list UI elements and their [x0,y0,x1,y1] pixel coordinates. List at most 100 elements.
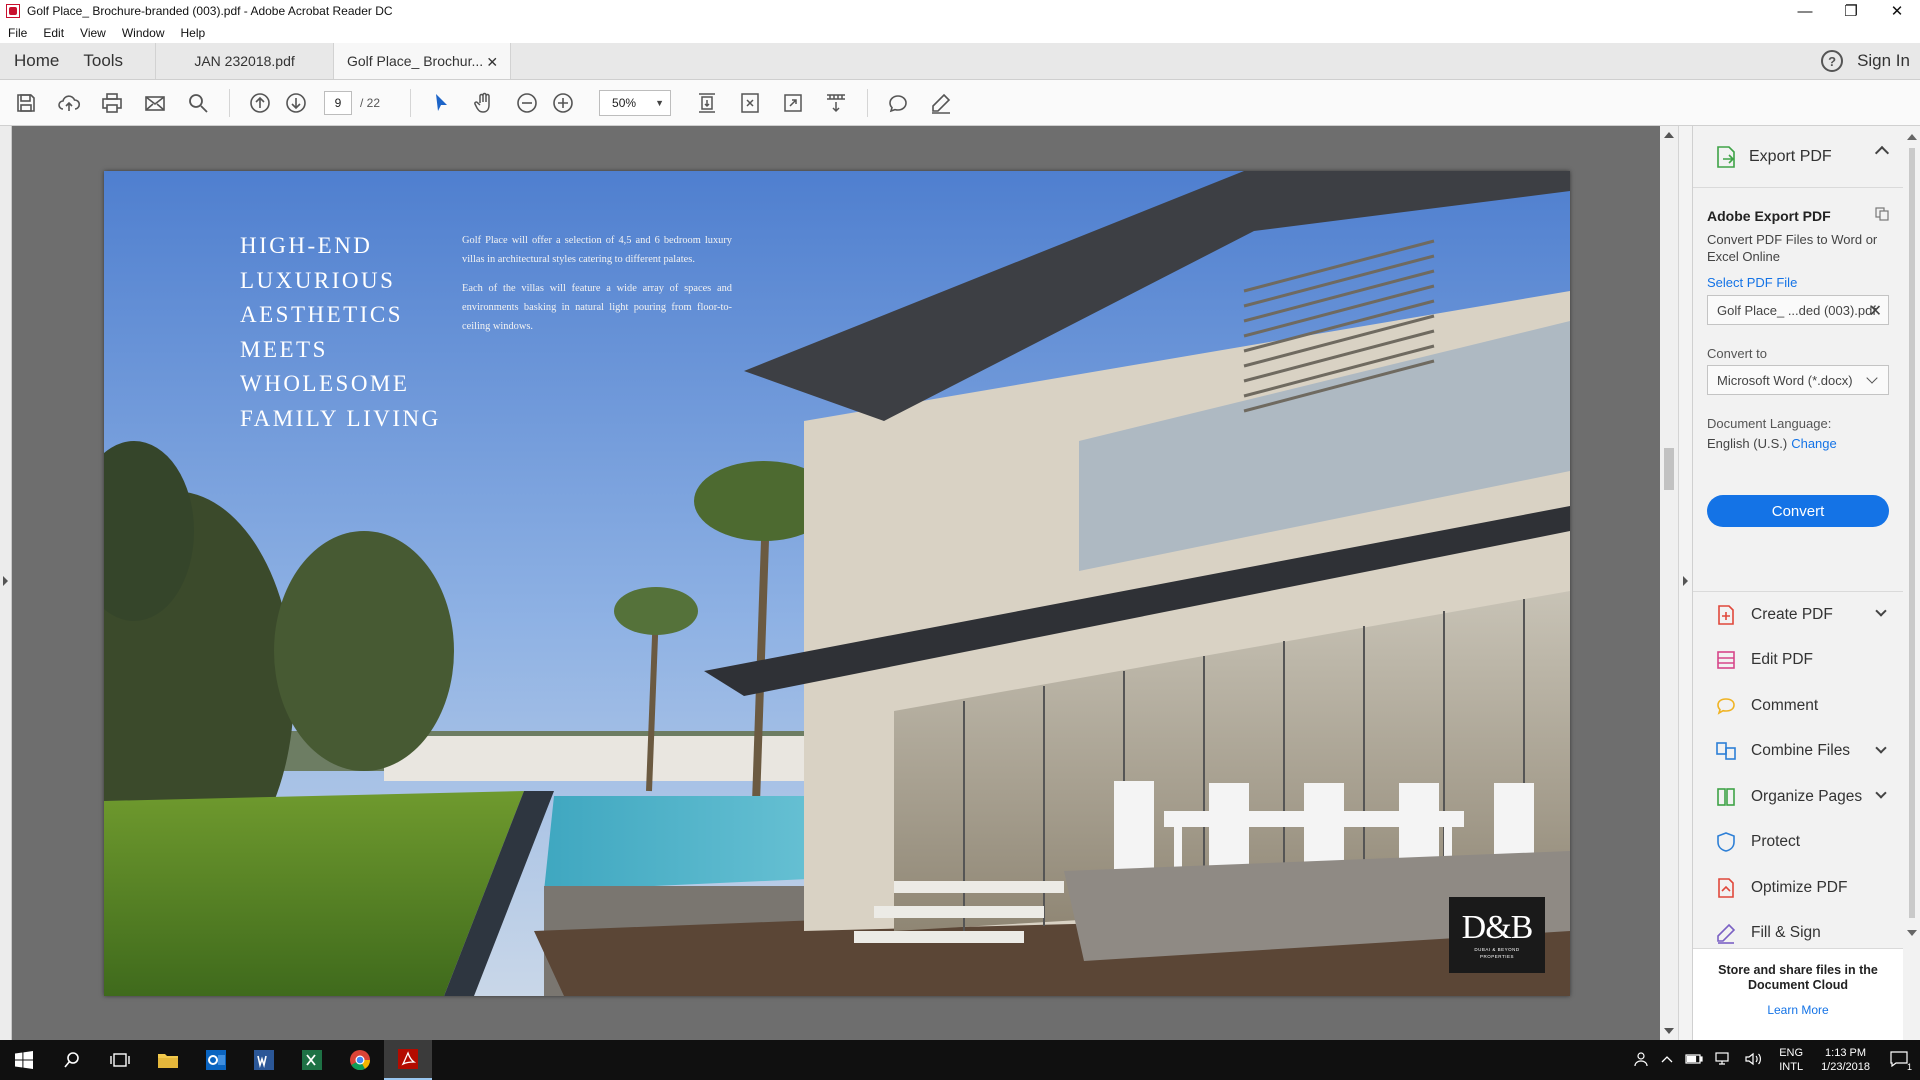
start-windows-icon[interactable] [0,1040,48,1080]
select-pdf-file-link[interactable]: Select PDF File [1707,275,1797,290]
copy-icon[interactable] [1875,207,1889,221]
toolbar-separator [229,88,230,117]
tool-comment[interactable]: Comment [1693,683,1903,729]
show-hidden-icons-icon[interactable] [1661,1054,1673,1067]
close-window-button[interactable]: ✕ [1874,0,1920,22]
zoom-level-select[interactable]: 50% ▼ [599,89,672,116]
tool-optimize-pdf[interactable]: Optimize PDF [1693,865,1903,911]
clock-date: 1/23/2018 [1821,1061,1870,1073]
chevron-down-icon[interactable] [1875,605,1887,617]
scrollbar-thumb[interactable] [1909,148,1915,918]
document-scrollbar[interactable] [1660,126,1678,1040]
clear-file-icon[interactable]: ✕ [1869,301,1882,321]
menu-window[interactable]: Window [114,26,173,40]
menu-help[interactable]: Help [173,26,214,40]
outlook-icon[interactable] [192,1040,240,1080]
selected-file-name: Golf Place_ ...ded (003).pdf [1717,302,1876,318]
tool-organize-pages[interactable]: Organize Pages [1693,774,1903,820]
next-page-icon[interactable] [282,89,310,117]
collapse-arrow-icon [1683,576,1688,586]
sign-in-button[interactable]: Sign In [1857,51,1910,71]
tab-document-jan[interactable]: JAN 232018.pdf [155,43,333,79]
tool-edit-pdf[interactable]: Edit PDF [1693,638,1903,684]
chrome-icon[interactable] [336,1040,384,1080]
scroll-down-icon[interactable] [1664,1028,1674,1034]
input-language-top: ENG [1779,1047,1804,1059]
fill-sign-pen-icon [1717,924,1736,945]
tab-document-golf-place[interactable]: Golf Place_ Brochur... ✕ [333,43,512,79]
word-icon[interactable] [240,1040,288,1080]
save-icon[interactable] [12,89,40,117]
scroll-up-icon[interactable] [1907,134,1917,140]
tool-label: Organize Pages [1751,787,1863,805]
close-tab-icon[interactable]: ✕ [486,54,498,71]
fit-page-icon[interactable] [736,89,764,117]
chevron-down-icon[interactable] [1875,741,1887,754]
hand-tool-icon[interactable] [470,89,498,117]
task-view-icon[interactable] [96,1040,144,1080]
tool-label: Comment [1751,696,1819,714]
pdf-page: HIGH-END LUXURIOUS AESTHETICS MEETS WHOL… [104,171,1570,996]
help-icon[interactable]: ? [1821,50,1844,72]
change-language-link[interactable]: Change [1791,436,1837,451]
email-icon[interactable] [141,89,169,117]
scrolling-mode-icon[interactable] [693,89,721,117]
scrollbar-thumb[interactable] [1664,448,1674,490]
menu-bar: File Edit View Window Help [0,22,1920,43]
tab-home[interactable]: Home [0,43,71,79]
file-explorer-icon[interactable] [144,1040,192,1080]
acrobat-app-icon [6,4,20,18]
zoom-in-icon[interactable] [549,89,577,117]
volume-icon[interactable] [1745,1052,1763,1069]
zoom-out-icon[interactable] [513,89,541,117]
acrobat-reader-taskbar-icon[interactable] [384,1040,432,1080]
print-icon[interactable] [98,89,126,117]
tool-label: Protect [1751,833,1801,851]
menu-view[interactable]: View [72,26,114,40]
tool-combine-files[interactable]: Combine Files [1693,729,1903,775]
menu-file[interactable]: File [0,26,35,40]
maximize-button[interactable]: ❐ [1828,0,1874,22]
system-clock[interactable]: 1:13 PM 1/23/2018 [1821,1046,1870,1074]
people-icon[interactable] [1633,1051,1649,1070]
selected-file-field[interactable]: Golf Place_ ...ded (003).pdf ✕ [1707,295,1889,325]
clock-time: 1:13 PM [1825,1047,1867,1059]
tab-tools[interactable]: Tools [71,43,135,79]
tool-protect[interactable]: Protect [1693,820,1903,866]
headline-line: LUXURIOUS [240,267,396,293]
battery-icon[interactable] [1685,1053,1703,1068]
right-pane-toggle[interactable] [1678,126,1692,1040]
search-icon[interactable] [184,89,212,117]
comment-icon[interactable] [884,89,912,117]
chevron-down-icon[interactable] [1875,787,1887,799]
excel-icon[interactable] [288,1040,336,1080]
select-cursor-icon[interactable] [427,89,455,117]
page-number-input[interactable]: 9 [324,90,352,115]
read-mode-icon[interactable] [822,89,850,117]
scroll-down-icon[interactable] [1907,930,1917,936]
full-screen-icon[interactable] [779,89,807,117]
menu-edit[interactable]: Edit [35,26,72,40]
action-center-icon[interactable]: 1 [1890,1050,1912,1072]
search-icon[interactable] [48,1040,96,1080]
left-pane-toggle[interactable] [0,126,12,1040]
highlight-pen-icon[interactable] [927,89,955,117]
tools-pane-scrollbar[interactable] [1903,126,1920,1040]
learn-more-link[interactable]: Learn More [1693,1003,1903,1017]
export-pdf-header[interactable]: Export PDF [1693,126,1903,188]
scroll-up-icon[interactable] [1664,132,1674,138]
convert-format-select[interactable]: Microsoft Word (*.docx) [1707,365,1889,395]
input-language[interactable]: ENG INTL [1779,1046,1803,1074]
export-pdf-label: Export PDF [1749,147,1832,165]
convert-button[interactable]: Convert [1707,495,1889,527]
cloud-upload-icon[interactable] [55,89,83,117]
network-icon[interactable] [1715,1051,1733,1069]
minimize-button[interactable]: — [1782,0,1828,22]
tool-create-pdf[interactable]: Create PDF [1693,592,1903,638]
previous-page-icon[interactable] [246,89,274,117]
chevron-up-icon[interactable] [1874,145,1890,161]
window-title: Golf Place_ Brochure-branded (003).pdf -… [27,4,393,18]
tool-label: Edit PDF [1751,651,1814,669]
document-language-value: English (U.S.) [1707,436,1788,451]
input-language-bottom: INTL [1779,1061,1804,1073]
